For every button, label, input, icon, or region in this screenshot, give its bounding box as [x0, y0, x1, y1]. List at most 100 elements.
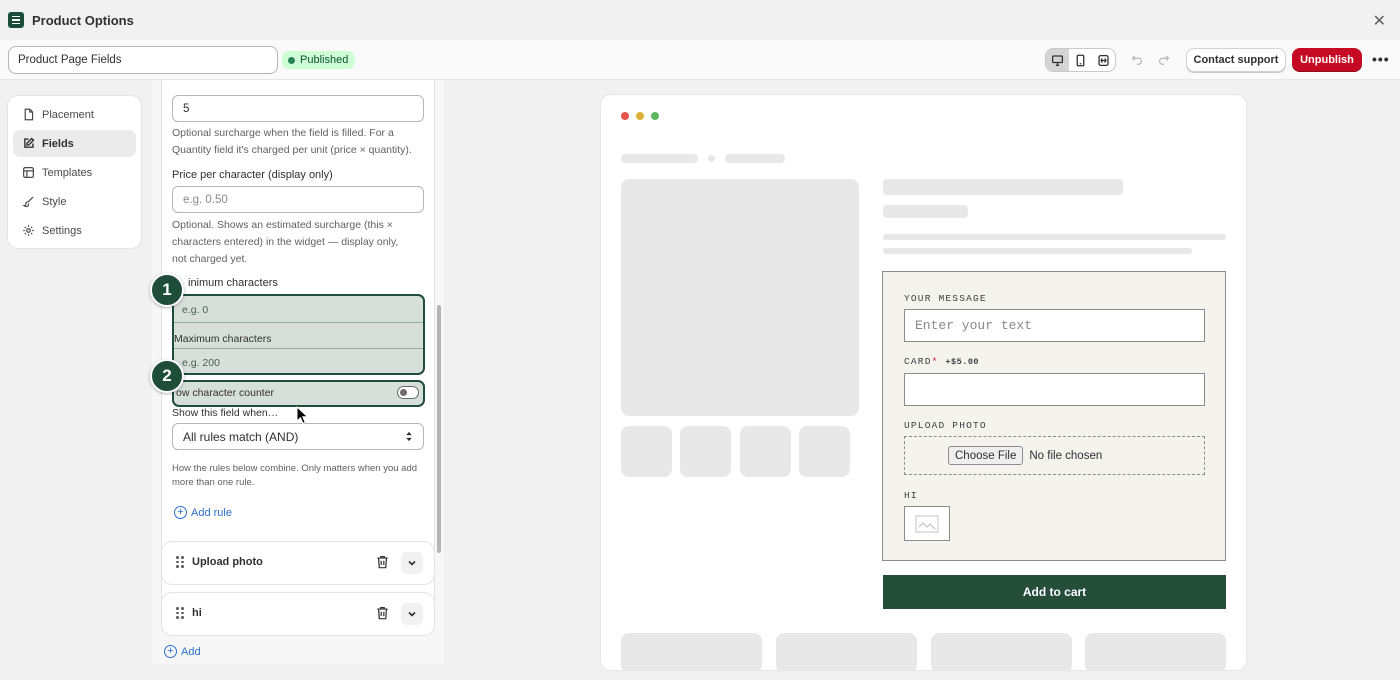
skeleton-title — [883, 179, 1123, 195]
redo-icon[interactable] — [1158, 53, 1170, 65]
close-icon[interactable]: ✕ — [1373, 11, 1386, 31]
add-rule-button[interactable]: + Add rule — [174, 506, 232, 519]
upload-label: UPLOAD PHOTO — [904, 420, 987, 431]
min-chars-label: inimum characters — [188, 277, 278, 289]
drag-handle-icon[interactable] — [176, 607, 184, 619]
sidebar-item-fields[interactable]: Fields — [13, 130, 136, 157]
skeleton-dot — [708, 155, 715, 162]
add-field-button[interactable]: + Add — [164, 645, 201, 658]
choose-file-button[interactable]: Choose File — [948, 446, 1024, 465]
skeleton-breadcrumb — [725, 154, 785, 163]
hi-image-swatch[interactable] — [904, 506, 950, 541]
trash-icon[interactable] — [376, 606, 389, 620]
required-marker: * — [931, 356, 939, 367]
template-icon — [23, 167, 34, 178]
product-options-widget: YOUR MESSAGE Enter your text CARD* +$5.0… — [882, 271, 1226, 561]
undo-icon[interactable] — [1131, 53, 1143, 65]
select-arrows-icon — [406, 431, 412, 442]
window-maximize-dot — [651, 112, 659, 120]
step-marker-1: 1 — [150, 273, 184, 307]
contact-support-button[interactable]: Contact support — [1186, 48, 1286, 72]
step-marker-2: 2 — [150, 359, 184, 393]
hi-label: HI — [904, 490, 918, 501]
device-switcher — [1045, 48, 1116, 72]
card-price: +$5.00 — [945, 357, 980, 367]
chevron-down-icon — [408, 560, 416, 566]
price-per-char-input[interactable]: e.g. 0.50 — [172, 186, 424, 213]
sidebar-item-label: Style — [42, 195, 67, 208]
min-chars-input[interactable]: e.g. 0 — [182, 304, 208, 316]
counter-toggle[interactable] — [397, 386, 419, 399]
skeleton-thumbnail — [680, 426, 731, 477]
sidebar-item-label: Settings — [42, 224, 82, 237]
sidebar-item-settings[interactable]: Settings — [13, 217, 136, 244]
field-settings-card: 5 Optional surcharge when the field is f… — [162, 80, 434, 614]
skeleton-text-line — [883, 234, 1226, 240]
sidebar-item-label: Fields — [42, 137, 74, 150]
chevron-down-icon — [408, 611, 416, 617]
highlight-min-max: e.g. 0 Maximum characters e.g. 200 — [172, 294, 425, 375]
fullscreen-view-button[interactable] — [1092, 49, 1115, 71]
window-minimize-dot — [636, 112, 644, 120]
message-label: YOUR MESSAGE — [904, 293, 987, 304]
skeleton-text-line — [883, 248, 1192, 254]
sidebar-item-label: Templates — [42, 166, 93, 179]
max-chars-label: Maximum characters — [174, 333, 272, 345]
desktop-icon — [1051, 54, 1064, 66]
field-card-upload-photo[interactable]: Upload photo — [162, 542, 434, 584]
price-per-char-help: Optional. Shows an estimated surcharge (… — [172, 219, 399, 265]
skeleton-breadcrumb — [621, 154, 698, 163]
rules-select[interactable]: All rules match (AND) — [172, 423, 424, 450]
message-input[interactable]: Enter your text — [904, 309, 1205, 342]
surcharge-help: Optional surcharge when the field is fil… — [172, 127, 412, 156]
skeleton-price — [883, 205, 968, 218]
config-name-input[interactable] — [8, 46, 278, 74]
counter-label: ow character counter — [176, 387, 275, 399]
skeleton-product-image — [621, 179, 859, 416]
unpublish-button[interactable]: Unpublish — [1292, 48, 1362, 72]
panel-scrollbar[interactable] — [437, 305, 441, 553]
paint-brush-icon — [22, 196, 34, 208]
mouse-cursor-icon — [296, 406, 309, 424]
storefront-preview: YOUR MESSAGE Enter your text CARD* +$5.0… — [601, 95, 1246, 670]
upload-dropzone[interactable]: Choose File No file chosen — [904, 436, 1205, 475]
field-name: Upload photo — [192, 556, 263, 568]
field-editor-panel: 5 Optional surcharge when the field is f… — [152, 80, 444, 664]
surcharge-input[interactable]: 5 — [172, 95, 424, 122]
trash-icon[interactable] — [376, 555, 389, 569]
skeleton-card — [1085, 633, 1226, 670]
mobile-view-button[interactable] — [1069, 49, 1092, 71]
card-label: CARD* +$5.00 — [904, 356, 980, 367]
app-logo-icon — [8, 12, 24, 28]
desktop-view-button[interactable] — [1046, 49, 1069, 71]
rules-help: How the rules below combine. Only matter… — [172, 463, 418, 488]
skeleton-card — [776, 633, 917, 670]
max-chars-input[interactable]: e.g. 200 — [182, 357, 220, 369]
add-to-cart-button[interactable]: Add to cart — [883, 575, 1226, 609]
plus-circle-icon: + — [164, 645, 177, 658]
expand-button[interactable] — [401, 603, 423, 625]
plus-circle-icon: + — [174, 506, 187, 519]
more-actions-icon[interactable]: ••• — [1372, 51, 1390, 67]
skeleton-card — [621, 633, 762, 670]
drag-handle-icon[interactable] — [176, 556, 184, 568]
field-card-hi[interactable]: hi — [162, 593, 434, 635]
status-text: Published — [300, 54, 349, 66]
sidebar-item-templates[interactable]: Templates — [13, 159, 136, 186]
sidebar-item-placement[interactable]: Placement — [13, 101, 136, 128]
sidebar-nav: Placement Fields Templates Style Setting… — [8, 96, 141, 248]
fullscreen-icon — [1098, 54, 1109, 66]
card-input[interactable] — [904, 373, 1205, 406]
edit-icon — [24, 137, 35, 148]
highlight-counter: ow character counter — [172, 380, 425, 407]
skeleton-thumbnail — [799, 426, 850, 477]
sidebar-item-label: Placement — [42, 108, 94, 121]
sidebar-item-style[interactable]: Style — [13, 188, 136, 215]
app-title: Product Options — [32, 12, 134, 28]
price-per-char-label: Price per character (display only) — [172, 169, 333, 181]
field-name: hi — [192, 607, 202, 619]
expand-button[interactable] — [401, 552, 423, 574]
image-thumbnail-icon — [915, 515, 939, 532]
status-badge: Published — [282, 51, 356, 69]
title-bar: Product Options ✕ — [0, 0, 1400, 40]
